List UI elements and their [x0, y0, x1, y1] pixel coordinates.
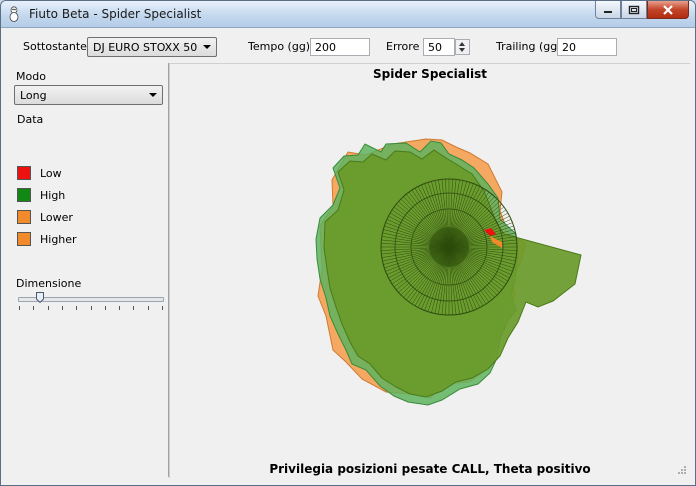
legend-swatch: [17, 210, 31, 224]
legend-swatch: [17, 188, 31, 202]
minimize-button[interactable]: [595, 1, 621, 19]
chevron-down-icon: [149, 93, 157, 97]
window-title: Fiuto Beta - Spider Specialist: [29, 7, 202, 21]
resize-grip-icon[interactable]: [677, 465, 687, 475]
modo-dropdown[interactable]: Long: [14, 85, 163, 105]
slider-tick: [47, 306, 49, 310]
restore-icon: [628, 5, 640, 14]
tempo-input[interactable]: [310, 38, 370, 56]
tempo-label: Tempo (gg): [248, 40, 311, 53]
slider-tick: [162, 306, 163, 310]
slider-tick: [33, 306, 35, 310]
maximize-button[interactable]: [621, 1, 647, 19]
spin-up-icon: [459, 42, 465, 46]
trailing-label: Trailing (gg): [496, 40, 562, 53]
title-bar[interactable]: Fiuto Beta - Spider Specialist: [1, 1, 695, 28]
slider-tick: [133, 306, 135, 310]
slider-tick: [19, 306, 20, 310]
legend-label: Higher: [40, 232, 77, 246]
legend-item-high[interactable]: High: [17, 187, 65, 203]
close-icon: [663, 4, 673, 15]
sidebar-panel: Modo Long Data Low High Lower Higher Dim…: [7, 63, 169, 477]
chevron-down-icon: [203, 45, 211, 49]
slider-tick: [119, 306, 121, 310]
trailing-input[interactable]: [557, 38, 617, 56]
center-hub: [429, 227, 469, 267]
legend-item-low[interactable]: Low: [17, 165, 62, 181]
app-window: Fiuto Beta - Spider Specialist Sottostan…: [0, 0, 696, 486]
slider-thumb[interactable]: [36, 292, 44, 303]
chart-area: Spider Specialist Privilegia posizioni p…: [169, 63, 690, 478]
data-label: Data: [17, 113, 44, 126]
app-icon: [9, 6, 19, 22]
legend-swatch: [17, 166, 31, 180]
slider-tick: [104, 306, 106, 310]
spider-chart: [315, 138, 582, 406]
legend-label: High: [40, 188, 66, 202]
errore-label: Errore: [386, 40, 420, 53]
chart-footer: Privilegia posizioni pesate CALL, Theta …: [269, 462, 591, 476]
modo-label: Modo: [16, 70, 46, 83]
dimensione-label: Dimensione: [16, 277, 82, 290]
legend-swatch: [17, 232, 31, 246]
caption-buttons: [595, 1, 689, 20]
close-button[interactable]: [647, 1, 689, 19]
legend-label: Low: [40, 166, 62, 180]
sottostante-dropdown[interactable]: DJ EURO STOXX 50: [87, 37, 217, 57]
legend-label: Lower: [40, 210, 73, 224]
slider-tick: [147, 306, 149, 310]
spin-down-icon: [459, 48, 465, 52]
modo-value: Long: [20, 89, 47, 102]
sottostante-value: DJ EURO STOXX 50: [93, 41, 198, 54]
minimize-icon: [604, 10, 612, 13]
legend-item-lower[interactable]: Lower: [17, 209, 73, 225]
slider-tick: [76, 306, 78, 310]
errore-input[interactable]: [423, 38, 455, 56]
errore-spinner[interactable]: [455, 39, 470, 55]
slider-tick: [61, 306, 63, 310]
legend-item-higher[interactable]: Higher: [17, 231, 77, 247]
slider-tick: [90, 306, 92, 310]
sottostante-label: Sottostante: [23, 40, 87, 53]
toolbar: Sottostante DJ EURO STOXX 50 Tempo (gg) …: [1, 28, 695, 62]
